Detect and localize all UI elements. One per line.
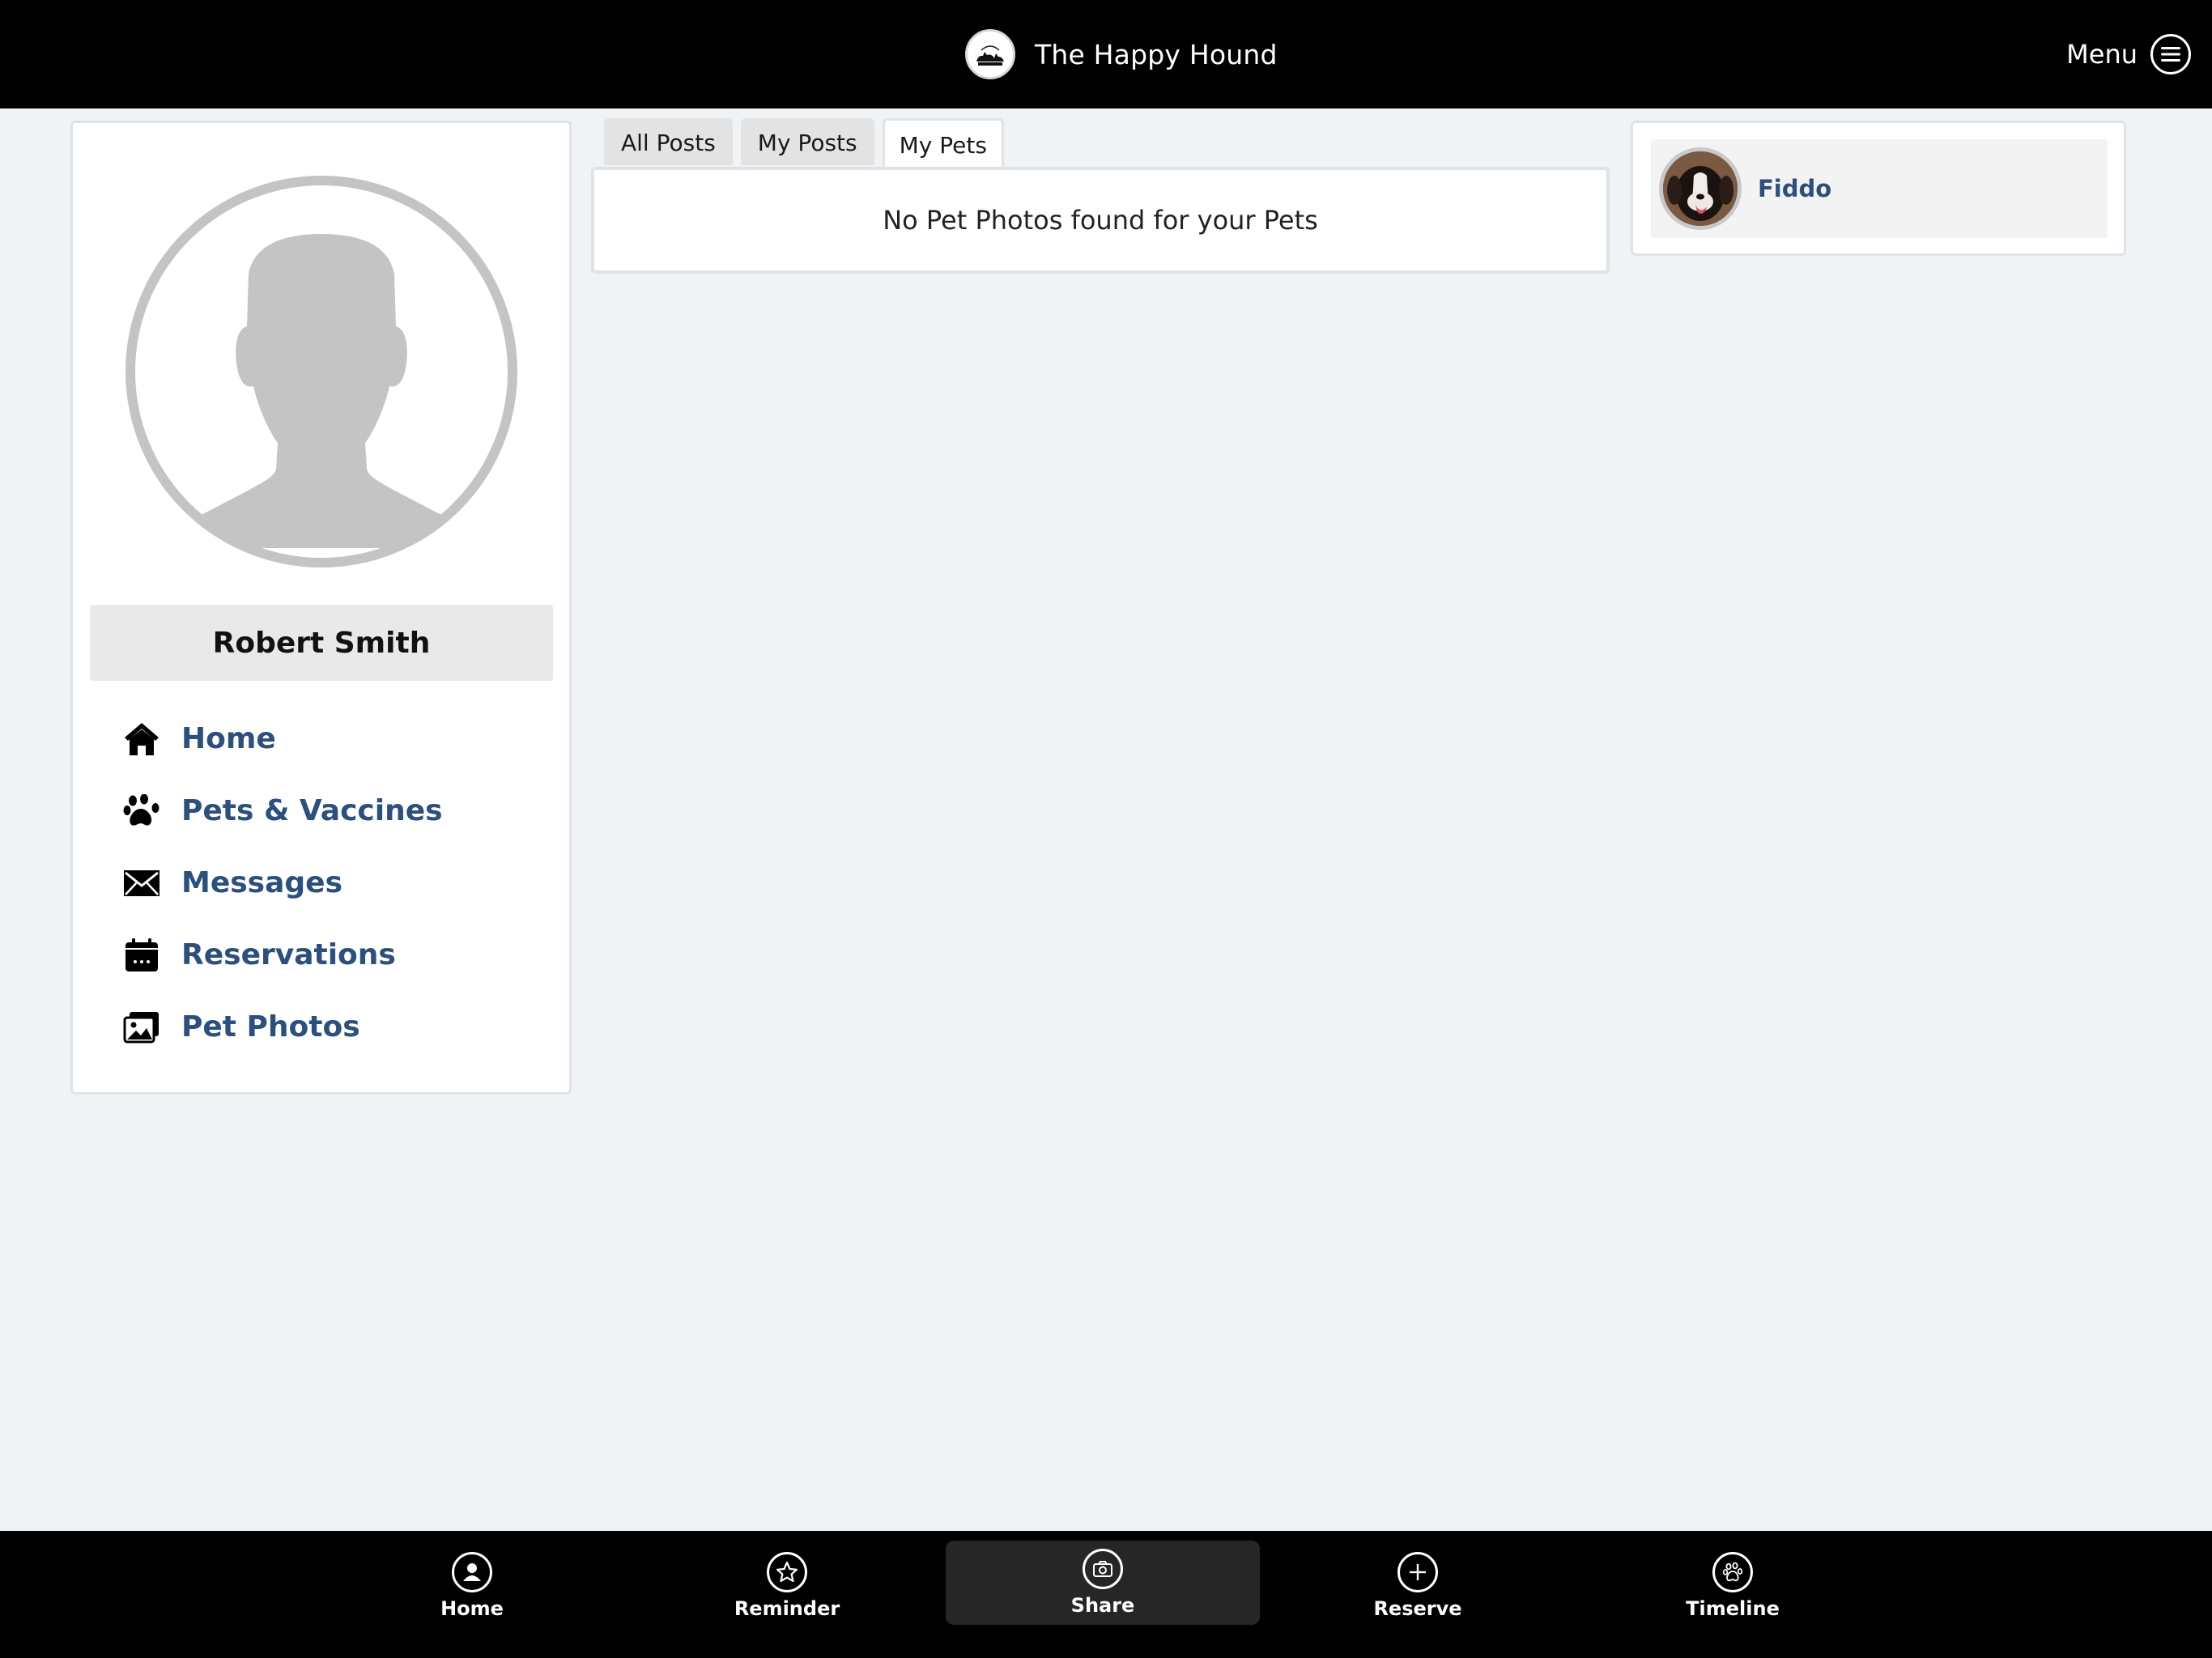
bottom-tab-reserve[interactable]: Reserve — [1261, 1544, 1575, 1628]
pet-avatar — [1659, 147, 1742, 230]
bottom-tab-home[interactable]: Home — [315, 1544, 629, 1628]
sidebar-item-label: Home — [181, 722, 276, 755]
bottom-tab-label: Share — [1070, 1594, 1135, 1617]
pets-card: Fiddo — [1631, 121, 2126, 256]
profile-card: Robert Smith Home Pets & Vaccines Messag… — [70, 121, 572, 1095]
menu-button[interactable]: Menu — [2066, 0, 2191, 108]
calendar-icon — [121, 935, 162, 976]
tab-all-posts[interactable]: All Posts — [604, 118, 733, 165]
tab-my-posts[interactable]: My Posts — [740, 118, 874, 165]
hamburger-icon — [2150, 34, 2191, 74]
bottom-tab-label: Reserve — [1373, 1597, 1462, 1620]
sidebar-nav: Home Pets & Vaccines Messages Reservatio… — [121, 703, 542, 1063]
sidebar-item-label: Messages — [181, 866, 343, 899]
sidebar-item-home[interactable]: Home — [121, 703, 542, 775]
bottom-tab-share[interactable]: Share — [946, 1541, 1260, 1625]
bottom-tab-reminder[interactable]: Reminder — [630, 1544, 944, 1628]
pet-list-item[interactable]: Fiddo — [1651, 139, 2108, 238]
sidebar-item-label: Pets & Vaccines — [181, 794, 443, 827]
top-bar: The Happy Hound Menu — [0, 0, 2212, 108]
star-icon — [767, 1552, 807, 1592]
dog-photo-icon — [1663, 151, 1738, 226]
bottom-tab-timeline[interactable]: Timeline — [1576, 1544, 1890, 1628]
sidebar-item-reservations[interactable]: Reservations — [121, 919, 542, 991]
bottom-tab-bar: Home Reminder Share Reserve Timeline — [0, 1531, 2212, 1658]
avatar[interactable] — [125, 176, 517, 568]
sidebar-item-label: Pet Photos — [181, 1010, 360, 1044]
sidebar-item-messages[interactable]: Messages — [121, 847, 542, 919]
user-circle-icon — [452, 1552, 492, 1592]
profile-name: Robert Smith — [90, 605, 553, 681]
brand[interactable]: The Happy Hound — [965, 0, 1278, 108]
sidebar-item-pets-vaccines[interactable]: Pets & Vaccines — [121, 775, 542, 847]
happy-hound-logo-icon — [965, 29, 1015, 79]
empty-state-message: No Pet Photos found for your Pets — [883, 205, 1318, 236]
user-silhouette-icon — [125, 176, 517, 568]
paw-icon — [121, 791, 162, 831]
paw-circle-icon — [1712, 1552, 1753, 1592]
feed-content: No Pet Photos found for your Pets — [591, 167, 1610, 274]
sidebar-item-label: Reservations — [181, 938, 396, 971]
camera-icon — [1083, 1549, 1123, 1589]
sidebar-item-pet-photos[interactable]: Pet Photos — [121, 991, 542, 1063]
bottom-tab-label: Timeline — [1686, 1597, 1780, 1620]
tab-my-pets[interactable]: My Pets — [882, 118, 1004, 170]
plus-icon — [1397, 1552, 1438, 1592]
photos-icon — [121, 1007, 162, 1048]
app-title: The Happy Hound — [1035, 38, 1278, 70]
pet-name: Fiddo — [1758, 175, 1832, 202]
menu-label: Menu — [2066, 39, 2138, 70]
bottom-tab-label: Home — [440, 1597, 504, 1620]
bottom-tab-label: Reminder — [734, 1597, 840, 1620]
feed-tabs: All Posts My Posts My Pets — [604, 118, 1004, 170]
house-icon — [121, 719, 162, 759]
envelope-icon — [121, 863, 162, 903]
